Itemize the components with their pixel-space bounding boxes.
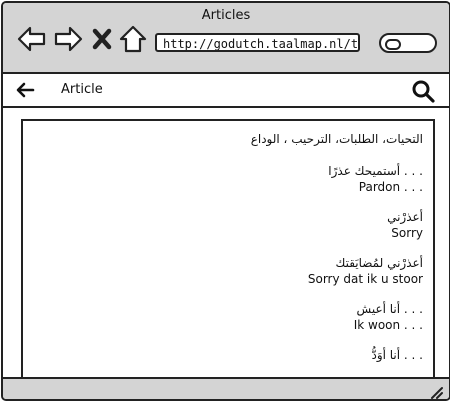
url-field[interactable]: http://godutch.taalmap.nl/topic/ <box>155 33 360 52</box>
back-arrow-icon[interactable] <box>17 24 47 54</box>
phrase-item: . . . أستميحك عذرًا Pardon . . . <box>33 163 423 195</box>
phrase-item: . . . أنا أوَدُّ <box>33 347 423 363</box>
search-icon <box>385 39 401 50</box>
forward-arrow-icon[interactable] <box>53 24 83 54</box>
article-body: التحيات، الطلبات، الترحيب ، الوداع . . .… <box>33 131 423 377</box>
window-title: Articles <box>201 8 251 23</box>
search-icon[interactable] <box>411 79 435 103</box>
article-content: التحيات، الطلبات، الترحيب ، الوداع . . .… <box>21 119 435 381</box>
browser-search-button[interactable] <box>379 33 437 53</box>
page-title: Article <box>61 82 103 97</box>
phrase-item: أعذرْني Sorry <box>33 209 423 241</box>
browser-chrome: Articles http://godutch.taalmap.nl/topic… <box>3 3 449 74</box>
status-bar <box>3 377 449 399</box>
dutch-text: Pardon . . . <box>358 180 423 194</box>
back-arrow-icon[interactable] <box>15 81 35 99</box>
resize-grip-icon[interactable] <box>429 384 443 399</box>
arabic-text: . . . أستميحك عذرًا <box>328 164 423 178</box>
arabic-text: . . . أنا أوَدُّ <box>371 348 423 362</box>
dutch-text: Ik woon . . . <box>353 318 423 332</box>
article-heading: التحيات، الطلبات، الترحيب ، الوداع <box>250 132 423 146</box>
arabic-text: أعذرْني <box>387 210 423 224</box>
arabic-text: أعذرْني لمُضايَقتك <box>335 256 423 270</box>
phrase-item: أعذرْني لمُضايَقتك Sorry dat ik u stoor <box>33 255 423 287</box>
home-icon[interactable] <box>119 24 147 54</box>
dutch-text: Sorry dat ik u stoor <box>307 272 423 286</box>
arabic-text: . . . أنا أعيش <box>356 302 423 316</box>
browser-window: Articles http://godutch.taalmap.nl/topic… <box>1 1 450 401</box>
dutch-text: Sorry <box>391 226 423 240</box>
phrase-item: . . . أنا أعيش Ik woon . . . <box>33 301 423 333</box>
close-icon[interactable] <box>91 24 113 54</box>
app-bar: Article <box>3 74 449 108</box>
